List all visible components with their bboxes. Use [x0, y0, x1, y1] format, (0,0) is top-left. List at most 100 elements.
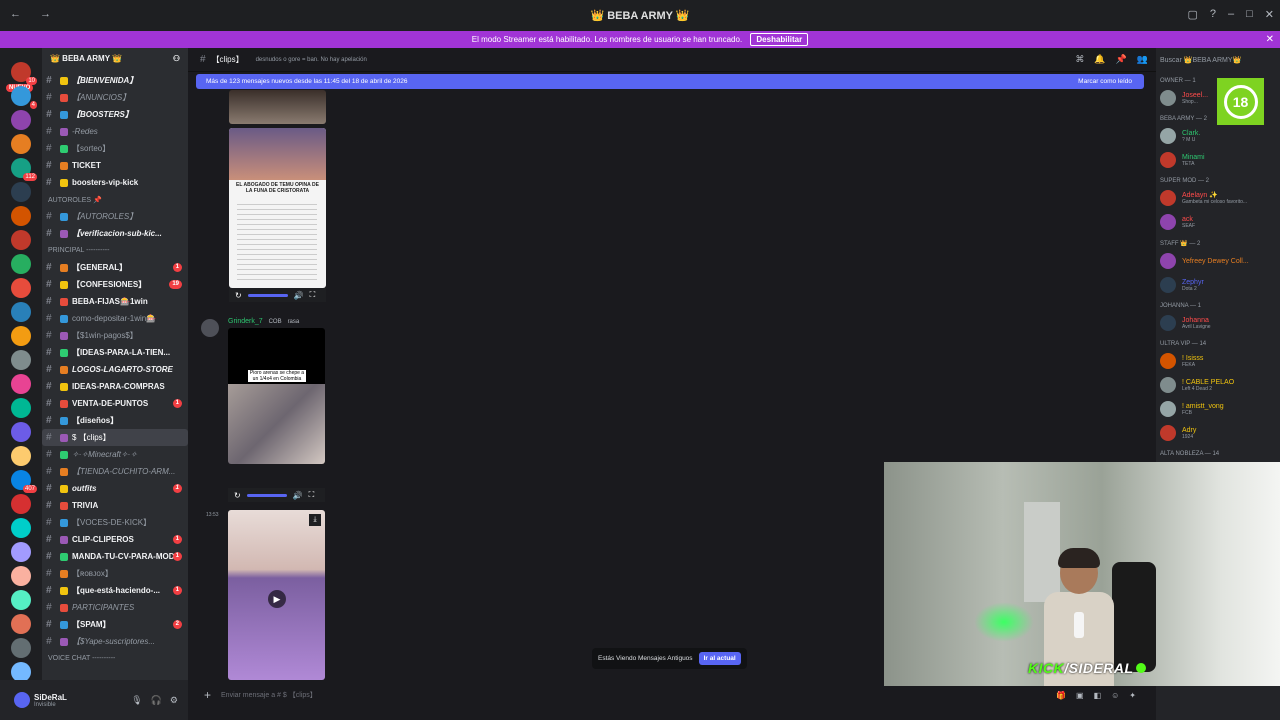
- server-icon[interactable]: [11, 326, 31, 346]
- member-item[interactable]: ! amistt_vong FCB: [1156, 397, 1280, 421]
- channel-item[interactable]: # 【SPAM】 2: [42, 616, 188, 633]
- emoji-icon[interactable]: ☺: [1111, 691, 1119, 700]
- server-icon[interactable]: [11, 422, 31, 442]
- server-icon[interactable]: [11, 134, 31, 154]
- member-item[interactable]: ! CABLE PELAO Left 4 Dead 2: [1156, 373, 1280, 397]
- server-icon[interactable]: [11, 254, 31, 274]
- channel-item[interactable]: # como-depositar-1win🎰: [42, 310, 188, 327]
- replay-icon[interactable]: ↻: [234, 491, 241, 500]
- play-icon[interactable]: ▶: [268, 590, 286, 608]
- apps-icon[interactable]: ✦: [1129, 691, 1136, 700]
- member-item[interactable]: Zephyr Dota 2: [1156, 273, 1280, 297]
- server-icon[interactable]: [11, 566, 31, 586]
- server-icon[interactable]: [11, 182, 31, 202]
- new-messages-bar[interactable]: Más de 123 mensajes nuevos desde las 11:…: [196, 74, 1144, 89]
- server-icon[interactable]: [11, 374, 31, 394]
- channel-item[interactable]: # MANDA-TU-CV-PARA-MOD 1: [42, 548, 188, 565]
- channel-item[interactable]: # boosters-vip-kick: [42, 174, 188, 191]
- server-icon[interactable]: [11, 398, 31, 418]
- server-icon[interactable]: [11, 230, 31, 250]
- server-icon[interactable]: 407: [11, 470, 37, 493]
- server-icon[interactable]: 112: [11, 158, 37, 181]
- minimize-icon[interactable]: –: [1228, 8, 1234, 21]
- channel-item[interactable]: # 【verificacion-sub-kic...: [42, 225, 188, 242]
- user-avatar[interactable]: [14, 692, 30, 708]
- image-attachment[interactable]: [229, 90, 326, 124]
- server-icon[interactable]: [11, 494, 31, 514]
- members-icon[interactable]: 👥: [1137, 54, 1148, 65]
- fullscreen-icon[interactable]: ⛶: [309, 490, 315, 500]
- member-item[interactable]: ! Isisss FEKA: [1156, 349, 1280, 373]
- gif-icon[interactable]: ▣: [1076, 691, 1084, 700]
- microphone-icon[interactable]: 🎙: [131, 695, 142, 706]
- server-icon[interactable]: [11, 446, 31, 466]
- video-progress[interactable]: [246, 493, 287, 497]
- fullscreen-icon[interactable]: ⛶: [310, 290, 316, 300]
- server-icon[interactable]: [11, 518, 31, 538]
- bell-icon[interactable]: 🔔: [1094, 54, 1105, 65]
- channel-item[interactable]: # ✧·✧Minecraft✧·✧: [42, 446, 188, 463]
- channel-category[interactable]: AUTOROLES 📌: [42, 191, 188, 208]
- channel-item[interactable]: # LOGOS-LAGARTO-STORE: [42, 361, 188, 378]
- video-attachment[interactable]: Pioro arenas se chepe a un 1/4x4 en Colo…: [228, 328, 325, 464]
- server-icon[interactable]: [11, 614, 31, 634]
- channel-item[interactable]: # 【ʀᴏʙᴊᴏx】: [42, 565, 188, 582]
- threads-icon[interactable]: ⌘: [1075, 54, 1084, 65]
- server-icon[interactable]: 10: [11, 62, 37, 85]
- channel-item[interactable]: # 【BIENVENIDA】: [42, 72, 188, 89]
- server-icon[interactable]: [11, 302, 31, 322]
- server-icon[interactable]: [11, 662, 31, 682]
- jump-to-present-button[interactable]: Ir al actual: [698, 652, 741, 665]
- server-header[interactable]: 👑 BEBA ARMY 👑 ⚇: [42, 48, 188, 72]
- server-icon[interactable]: [11, 638, 31, 658]
- channel-topic[interactable]: desnudos o gore = ban. No hay apelación: [256, 57, 367, 63]
- search-input[interactable]: Buscar 👑BEBA ARMY👑: [1156, 48, 1280, 72]
- headphones-icon[interactable]: 🎧: [151, 695, 162, 706]
- member-item[interactable]: Johanna Avril Lavigne: [1156, 311, 1280, 335]
- server-icon[interactable]: [11, 206, 31, 226]
- maximize-icon[interactable]: □: [1246, 8, 1253, 21]
- author-avatar[interactable]: [201, 319, 219, 337]
- channel-item[interactable]: # -Redes: [42, 123, 188, 140]
- volume-icon[interactable]: 🔊: [294, 291, 304, 300]
- server-icon[interactable]: [11, 278, 31, 298]
- member-item[interactable]: Adelayn ✨ Gambeta mi celoso favorito...: [1156, 186, 1280, 210]
- mark-read-button[interactable]: Marcar como leído: [1078, 74, 1132, 89]
- channel-item[interactable]: # 【CONFESIONES】 19: [42, 276, 188, 293]
- channel-item[interactable]: # TRIVIA: [42, 497, 188, 514]
- channel-item[interactable]: # BEBA-FIJAS🎰1win: [42, 293, 188, 310]
- channel-item[interactable]: # 【$1win-pagos$】: [42, 327, 188, 344]
- server-icon[interactable]: 4: [11, 86, 37, 109]
- server-icon[interactable]: [11, 350, 31, 370]
- member-item[interactable]: Yefreey Dewey Coll...: [1156, 249, 1280, 273]
- channel-item[interactable]: # 【BOOSTERS】: [42, 106, 188, 123]
- video-controls[interactable]: ↻ 🔊 ⛶: [228, 488, 325, 502]
- member-item[interactable]: Clark.? M U: [1156, 124, 1280, 148]
- channel-category[interactable]: VOICE CHAT ----------: [42, 650, 188, 667]
- add-attachment-icon[interactable]: +: [204, 688, 211, 702]
- channel-item[interactable]: # $ 【clips】: [42, 429, 188, 446]
- channel-item[interactable]: # 【sorteo】: [42, 140, 188, 157]
- channel-item[interactable]: # TICKET: [42, 157, 188, 174]
- member-item[interactable]: Adry 1924: [1156, 421, 1280, 445]
- window-controls[interactable]: ▢ ? – □ ✕: [1187, 8, 1274, 21]
- message-author[interactable]: Grinderk_7: [228, 318, 263, 325]
- settings-gear-icon[interactable]: ⚙: [170, 695, 178, 706]
- message-input[interactable]: Enviar mensaje a # $ 【clips】: [221, 690, 317, 700]
- gift-icon[interactable]: 🎁: [1056, 691, 1066, 700]
- server-icon[interactable]: [11, 542, 31, 562]
- channel-item[interactable]: # VENTA-DE-PUNTOS 1: [42, 395, 188, 412]
- channel-item[interactable]: # outfits 1: [42, 480, 188, 497]
- channel-item[interactable]: # CLIP-CLIPEROS 1: [42, 531, 188, 548]
- channel-category[interactable]: PRINCIPAL ----------: [42, 242, 188, 259]
- help-icon[interactable]: ?: [1210, 8, 1216, 21]
- channel-item[interactable]: # PARTICIPANTES: [42, 599, 188, 616]
- channel-item[interactable]: # 【VOCES-DE-KICK】: [42, 514, 188, 531]
- video-controls[interactable]: ↻ 🔊 ⛶: [229, 288, 326, 302]
- add-member-icon[interactable]: ⚇: [173, 54, 180, 66]
- channel-item[interactable]: # 【que-está-haciendo-... 1: [42, 582, 188, 599]
- volume-icon[interactable]: 🔊: [293, 491, 303, 500]
- channel-item[interactable]: # 【IDEAS-PARA-LA-TIEN...: [42, 344, 188, 361]
- channel-item[interactable]: # 【$Yape-suscriptores...: [42, 633, 188, 650]
- member-item[interactable]: Minami TETA: [1156, 148, 1280, 172]
